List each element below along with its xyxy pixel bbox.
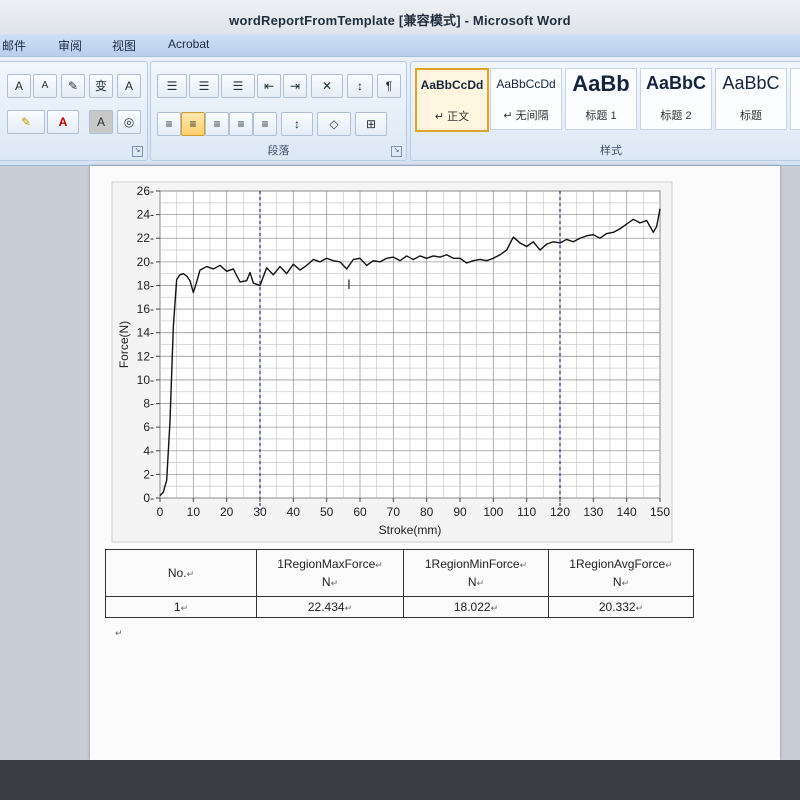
- x-tick-label: 40: [287, 505, 301, 519]
- header-min-force[interactable]: 1RegionMinForce↵ N↵: [403, 549, 549, 597]
- x-tick-label: 80: [420, 505, 434, 519]
- y-tick-label: 12-: [137, 349, 154, 363]
- x-tick-label: 0: [157, 505, 164, 519]
- header-avg-force-label: 1RegionAvgForce: [569, 557, 666, 571]
- cell-avg-force[interactable]: 20.332↵: [548, 596, 694, 618]
- cell-min-force-value: 18.022: [453, 600, 491, 614]
- header-max-force[interactable]: 1RegionMaxForce↵ N↵: [256, 549, 404, 597]
- force-stroke-chart: 0 10 20 30 40 50 60 70 80 90 100 110 120 130 140 150 0- 2…: [111, 181, 673, 543]
- y-tick-label: 0-: [143, 491, 154, 505]
- y-tick-label: 16-: [137, 302, 154, 316]
- cell-max-force-value: 22.434: [307, 600, 345, 614]
- x-axis-label: Stroke(mm): [379, 523, 442, 537]
- y-tick-label: 18-: [137, 278, 154, 292]
- y-tick-label: 2-: [143, 467, 154, 481]
- x-tick-label: 110: [517, 505, 536, 519]
- cell-min-force[interactable]: 18.022↵: [403, 596, 549, 618]
- header-min-force-unit: N: [467, 575, 477, 589]
- results-table: No.↵ 1RegionMaxForce↵ N↵ 1RegionMinForce…: [105, 549, 694, 618]
- cell-max-force[interactable]: 22.434↵: [256, 596, 404, 618]
- x-tick-label: 90: [453, 505, 467, 519]
- y-tick-label: 10-: [137, 373, 154, 387]
- header-max-force-label: 1RegionMaxForce: [277, 557, 376, 571]
- x-tick-label: 140: [617, 505, 637, 519]
- y-tick-label: 4-: [143, 444, 154, 458]
- taskbar: [0, 760, 800, 800]
- y-tick-label: 6-: [143, 420, 154, 434]
- x-tick-label: 100: [483, 505, 503, 519]
- y-tick-label: 22-: [137, 231, 154, 245]
- word-window: wordReportFromTemplate [兼容模式] - Microsof…: [0, 0, 800, 760]
- y-axis-label: Force(N): [117, 321, 131, 368]
- x-tick-label: 20: [220, 505, 234, 519]
- cell-no[interactable]: 1↵: [105, 596, 257, 618]
- header-min-force-label: 1RegionMinForce: [424, 557, 520, 571]
- x-tick-label: 150: [650, 505, 670, 519]
- y-tick-label: 20-: [137, 255, 154, 269]
- x-tick-label: 50: [320, 505, 334, 519]
- y-tick-label: 8-: [143, 397, 154, 411]
- paragraph-mark: ↵: [115, 628, 123, 638]
- text-cursor-icon: I: [347, 276, 351, 292]
- x-tick-label: 120: [550, 505, 570, 519]
- cell-no-value: 1: [173, 600, 181, 614]
- cell-avg-force-value: 20.332: [598, 600, 636, 614]
- y-tick-label: 14-: [137, 326, 154, 340]
- header-no[interactable]: No.↵: [105, 549, 257, 597]
- table-header-row: No.↵ 1RegionMaxForce↵ N↵ 1RegionMinForce…: [105, 549, 694, 597]
- header-avg-force[interactable]: 1RegionAvgForce↵ N↵: [548, 549, 694, 597]
- table-row: 1↵ 22.434↵ 18.022↵ 20.332↵: [105, 596, 694, 618]
- x-tick-label: 10: [187, 505, 201, 519]
- header-avg-force-unit: N: [612, 575, 622, 589]
- header-no-label: No.: [167, 566, 187, 580]
- x-tick-label: 70: [387, 505, 401, 519]
- x-tick-label: 60: [353, 505, 367, 519]
- y-tick-label: 24-: [137, 208, 154, 222]
- x-tick-label: 30: [253, 505, 267, 519]
- x-tick-label: 130: [583, 505, 603, 519]
- header-max-force-unit: N: [321, 575, 331, 589]
- y-tick-label: 26-: [137, 184, 154, 198]
